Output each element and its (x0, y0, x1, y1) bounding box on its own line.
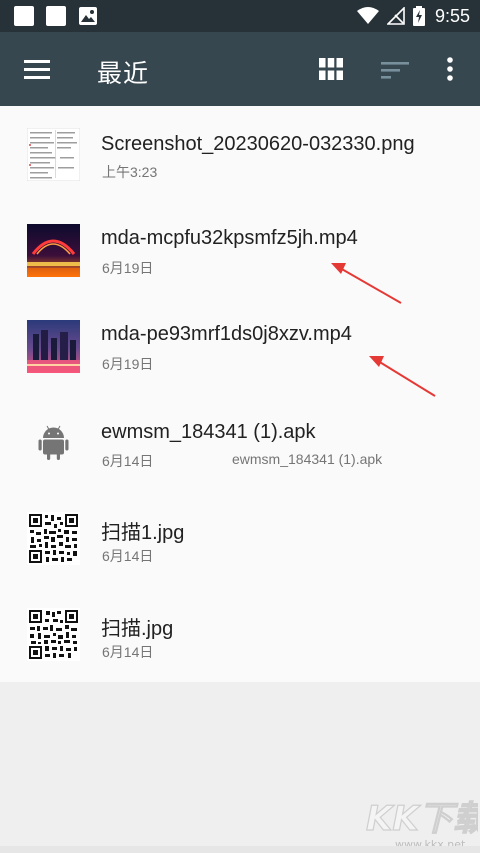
file-name: Screenshot_20230620-032330.png (101, 133, 415, 155)
file-date: 6月19日 (102, 260, 154, 276)
no-signal-icon (386, 7, 405, 25)
file-name: mda-mcpfu32kpsmfz5jh.mp4 (101, 227, 358, 249)
file-row[interactable]: mda-mcpfu32kpsmfz5jh.mp4 6月19日 (0, 202, 480, 298)
grid-view-icon[interactable] (319, 58, 343, 80)
clock: 9:55 (434, 5, 470, 26)
video-thumbnail-icon (27, 320, 80, 373)
sort-icon[interactable] (381, 60, 409, 80)
page-title: 最近 (97, 60, 150, 88)
file-row[interactable]: mda-pe93mrf1ds0j8xzv.mp4 6月19日 (0, 298, 480, 394)
file-name: ewmsm_184341 (1).apk (101, 421, 316, 443)
svg-text:KK下载: KK下载 (366, 799, 478, 838)
file-date: 上午3:23 (102, 164, 158, 180)
file-date: 6月14日 (102, 644, 154, 660)
notification-square-icon (46, 6, 66, 26)
image-notification-icon (79, 7, 97, 25)
file-row[interactable]: 扫描.jpg 6月14日 (0, 586, 480, 682)
wifi-icon (356, 7, 379, 24)
more-options-icon[interactable] (440, 56, 460, 82)
video-thumbnail-icon (27, 224, 80, 277)
document-thumbnail-icon (27, 128, 80, 181)
file-row[interactable]: Screenshot_20230620-032330.png 上午3:23 (0, 106, 480, 202)
file-date: 6月14日 (102, 548, 154, 564)
android-icon (38, 425, 69, 460)
battery-charging-icon (412, 6, 425, 26)
file-date: 6月19日 (102, 356, 154, 372)
bottom-edge (0, 846, 480, 853)
file-row[interactable]: 扫描1.jpg 6月14日 (0, 490, 480, 586)
file-name: 扫描1.jpg (101, 522, 185, 544)
file-name: 扫描.jpg (101, 618, 174, 640)
app-bar: 最近 (0, 32, 480, 106)
qr-code-thumbnail-icon (27, 512, 80, 565)
file-row[interactable]: ewmsm_184341 (1).apk 6月14日 ewmsm_184341 … (0, 394, 480, 490)
qr-code-thumbnail-icon (27, 608, 80, 661)
file-summary: ewmsm_184341 (1).apk (232, 451, 383, 467)
hamburger-menu-icon[interactable] (24, 57, 50, 81)
recent-files-list: Screenshot_20230620-032330.png 上午3:23 md… (0, 106, 480, 682)
status-bar: 9:55 (0, 0, 480, 32)
kk-download-watermark-logo: KK下载 (366, 798, 478, 838)
notification-square-icon (14, 6, 34, 26)
file-date: 6月14日 (102, 453, 154, 469)
file-name: mda-pe93mrf1ds0j8xzv.mp4 (101, 323, 352, 345)
